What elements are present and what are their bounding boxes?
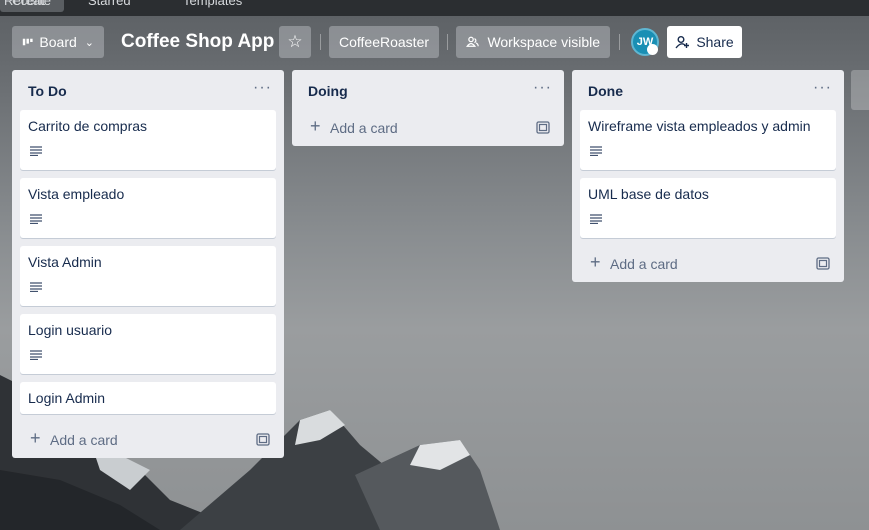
plus-icon: +	[310, 116, 321, 136]
header-divider	[619, 34, 620, 50]
more-icon[interactable]: ···	[533, 79, 552, 97]
plus-icon: +	[30, 428, 41, 448]
board-title[interactable]: Coffee Shop App	[121, 31, 274, 53]
list-doing: Doing ··· + Add a card	[292, 70, 564, 146]
card-template-icon[interactable]	[256, 433, 270, 446]
card-title: Login Admin	[28, 390, 106, 406]
nav-starred[interactable]: Starred	[88, 0, 131, 8]
add-card-button[interactable]: + Add a card	[580, 246, 836, 282]
list-title[interactable]: Doing	[308, 83, 348, 99]
card[interactable]: Vista Admin	[20, 246, 276, 306]
add-card-button[interactable]: + Add a card	[20, 422, 276, 458]
add-card-button[interactable]: + Add a card	[300, 110, 556, 146]
card-title: Login usuario	[28, 322, 113, 338]
list-header: Done ···	[572, 70, 844, 110]
card-title: Vista Admin	[28, 254, 102, 270]
people-icon	[466, 36, 479, 47]
list-title[interactable]: Done	[588, 83, 623, 99]
card-title: Wireframe vista empleados y admin	[588, 118, 811, 134]
description-icon	[590, 146, 602, 156]
more-icon[interactable]: ···	[813, 79, 832, 97]
share-label: Share	[696, 34, 734, 50]
star-button[interactable]: ☆	[279, 26, 311, 58]
card-title: Carrito de compras	[28, 118, 148, 134]
card-title: UML base de datos	[588, 186, 709, 202]
list-to-do: To Do ··· Carrito de compras Vista emple…	[12, 70, 284, 458]
card-template-icon[interactable]	[816, 257, 830, 270]
add-person-icon	[675, 36, 690, 49]
description-icon	[30, 282, 42, 292]
plus-icon: +	[590, 252, 601, 272]
card[interactable]: Login usuario	[20, 314, 276, 374]
visibility-button[interactable]: Workspace visible	[456, 26, 610, 58]
card-template-icon[interactable]	[536, 121, 550, 134]
star-icon: ☆	[287, 32, 303, 51]
card[interactable]: Wireframe vista empleados y admin	[580, 110, 836, 170]
list-header: To Do ···	[12, 70, 284, 110]
list-title[interactable]: To Do	[28, 83, 67, 99]
add-card-label: Add a card	[330, 120, 398, 136]
visibility-label: Workspace visible	[487, 34, 600, 50]
nav-templates[interactable]: Templates	[183, 0, 242, 8]
more-icon[interactable]: ···	[253, 79, 272, 97]
admin-badge-icon	[647, 44, 658, 55]
card[interactable]: Login Admin	[20, 382, 276, 414]
description-icon	[30, 350, 42, 360]
workspace-label: CoffeeRoaster	[339, 34, 430, 50]
list-header: Doing ···	[292, 70, 564, 110]
chevron-down-icon: ⌄	[84, 36, 94, 49]
board-view-label: Board	[39, 34, 77, 50]
board-view-switcher[interactable]: Board ⌄	[12, 26, 104, 58]
card-title: Vista empleado	[28, 186, 125, 202]
workspace-button[interactable]: CoffeeRoaster	[329, 26, 439, 58]
add-card-label: Add a card	[610, 256, 678, 272]
header-divider	[320, 34, 321, 50]
header-divider	[447, 34, 448, 50]
card[interactable]: Vista empleado	[20, 178, 276, 238]
list-done: Done ··· Wireframe vista empleados y adm…	[572, 70, 844, 282]
share-button[interactable]: Share	[667, 26, 742, 58]
top-navigation: Recent Starred Templates Create	[0, 0, 869, 16]
description-icon	[590, 214, 602, 224]
add-card-label: Add a card	[50, 432, 118, 448]
description-icon	[30, 214, 42, 224]
card[interactable]: UML base de datos	[580, 178, 836, 238]
board-icon	[22, 38, 33, 46]
card[interactable]: Carrito de compras	[20, 110, 276, 170]
add-list-button[interactable]	[851, 70, 869, 110]
description-icon	[30, 146, 42, 156]
